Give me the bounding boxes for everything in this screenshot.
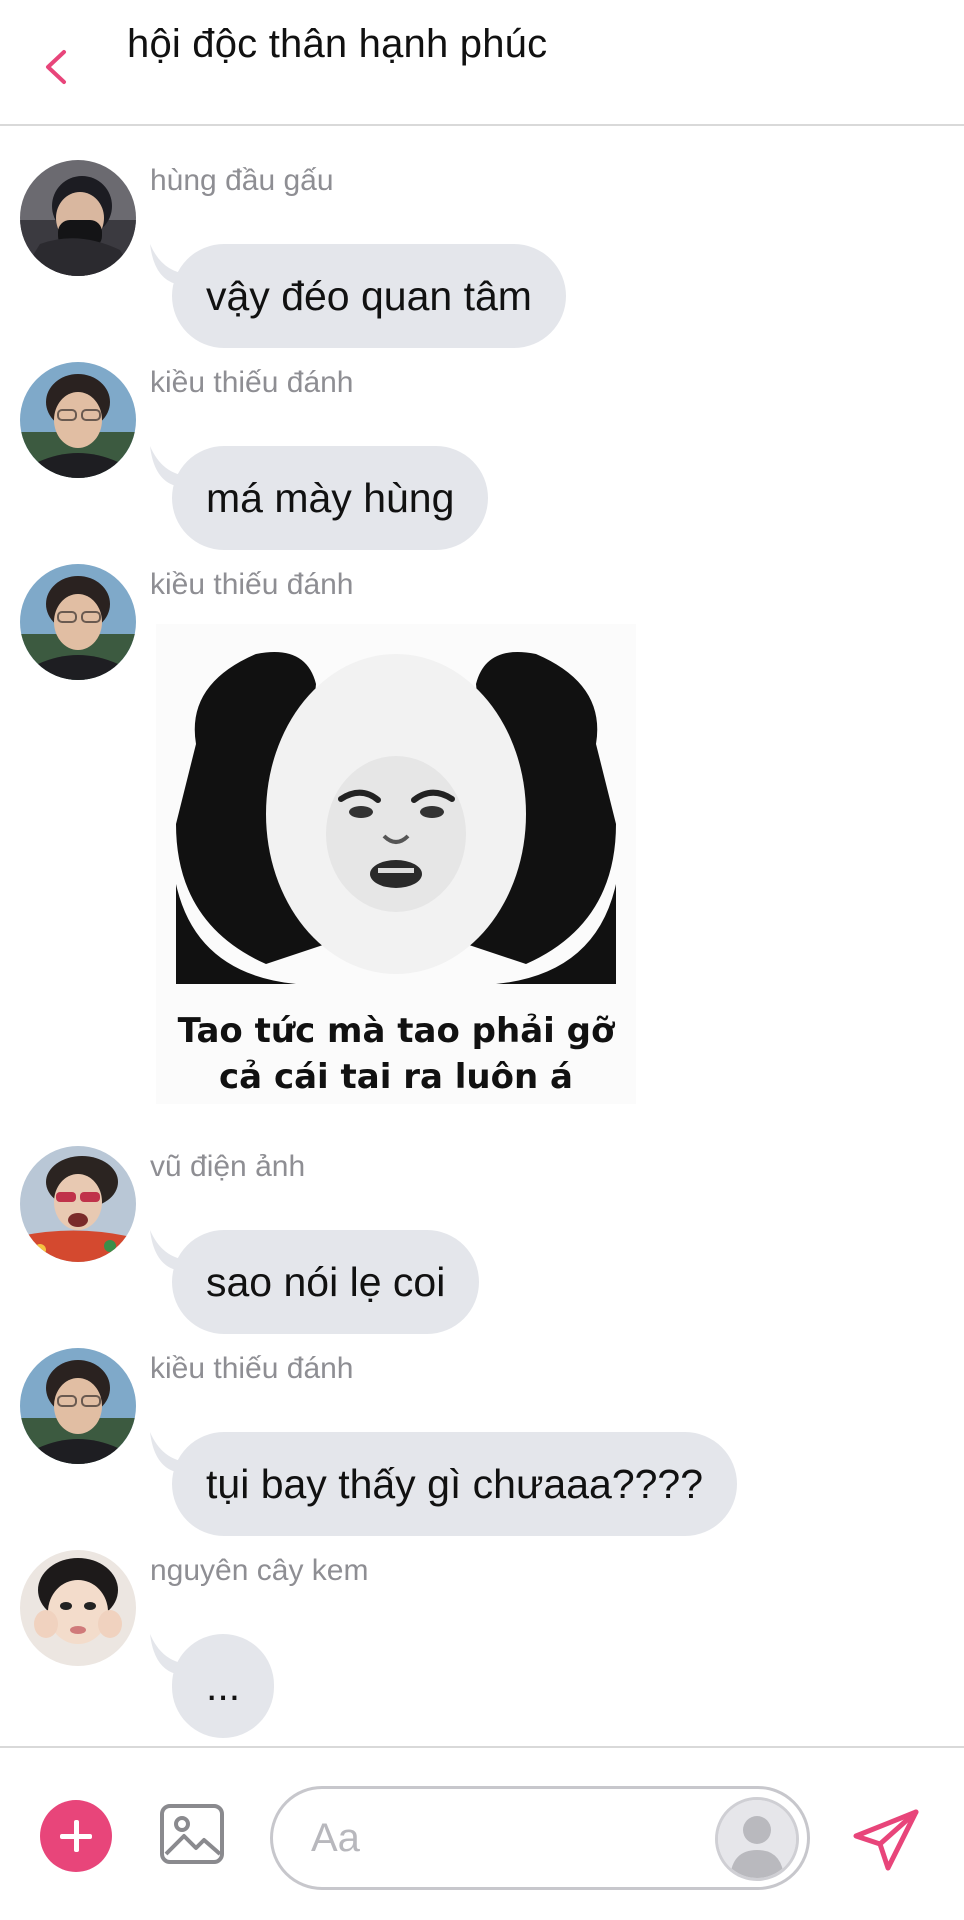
sender-name: kiều thiếu đánh [150,366,354,399]
avatar[interactable] [20,564,136,680]
message-bubble[interactable]: ... [172,1634,275,1738]
sender-name: hùng đầu gấu [150,164,334,197]
message-bubble[interactable]: tụi bay thấy gì chưaaa???? [172,1432,738,1536]
sender-name: nguyên cây kem [150,1554,369,1587]
sticker-caption-line1: Tao tức mà tao phải gỡ [177,1011,615,1051]
avatar[interactable] [20,1550,136,1666]
message-input-wrapper [270,1786,810,1890]
composer-bar [0,1746,964,1920]
chat-header: hội độc thân hạnh phúc [0,0,964,126]
gallery-button[interactable] [158,1800,226,1868]
sender-name: kiều thiếu đánh [150,568,354,601]
avatar[interactable] [20,1146,136,1262]
sender-name: kiều thiếu đánh [150,1352,354,1385]
chat-title: hội độc thân hạnh phúc [127,22,548,66]
image-icon [160,1804,224,1864]
sender-name: vũ điện ảnh [150,1150,306,1183]
sticker-caption-line2: cả cái tai ra luôn á [219,1057,573,1097]
back-button[interactable] [34,44,80,90]
message-bubble[interactable]: má mày hùng [172,446,489,550]
message-bubble[interactable]: vậy đéo quan tâm [172,244,566,348]
add-button[interactable] [40,1800,112,1872]
send-button[interactable] [850,1804,922,1876]
profile-avatar[interactable] [715,1797,799,1881]
message-bubble[interactable]: sao nói lẹ coi [172,1230,480,1334]
message-list[interactable]: hùng đầu gấu vậy đéo quan tâm kiều thiếu… [0,128,964,1748]
avatar[interactable] [20,160,136,276]
send-icon [853,1809,919,1871]
panda-meme-sticker[interactable]: Tao tức mà tao phải gỡ cả cái tai ra luô… [156,624,636,1104]
chevron-left-icon [46,50,66,84]
avatar[interactable] [20,362,136,478]
message-input[interactable] [311,1789,671,1887]
user-icon [718,1800,796,1878]
avatar[interactable] [20,1348,136,1464]
